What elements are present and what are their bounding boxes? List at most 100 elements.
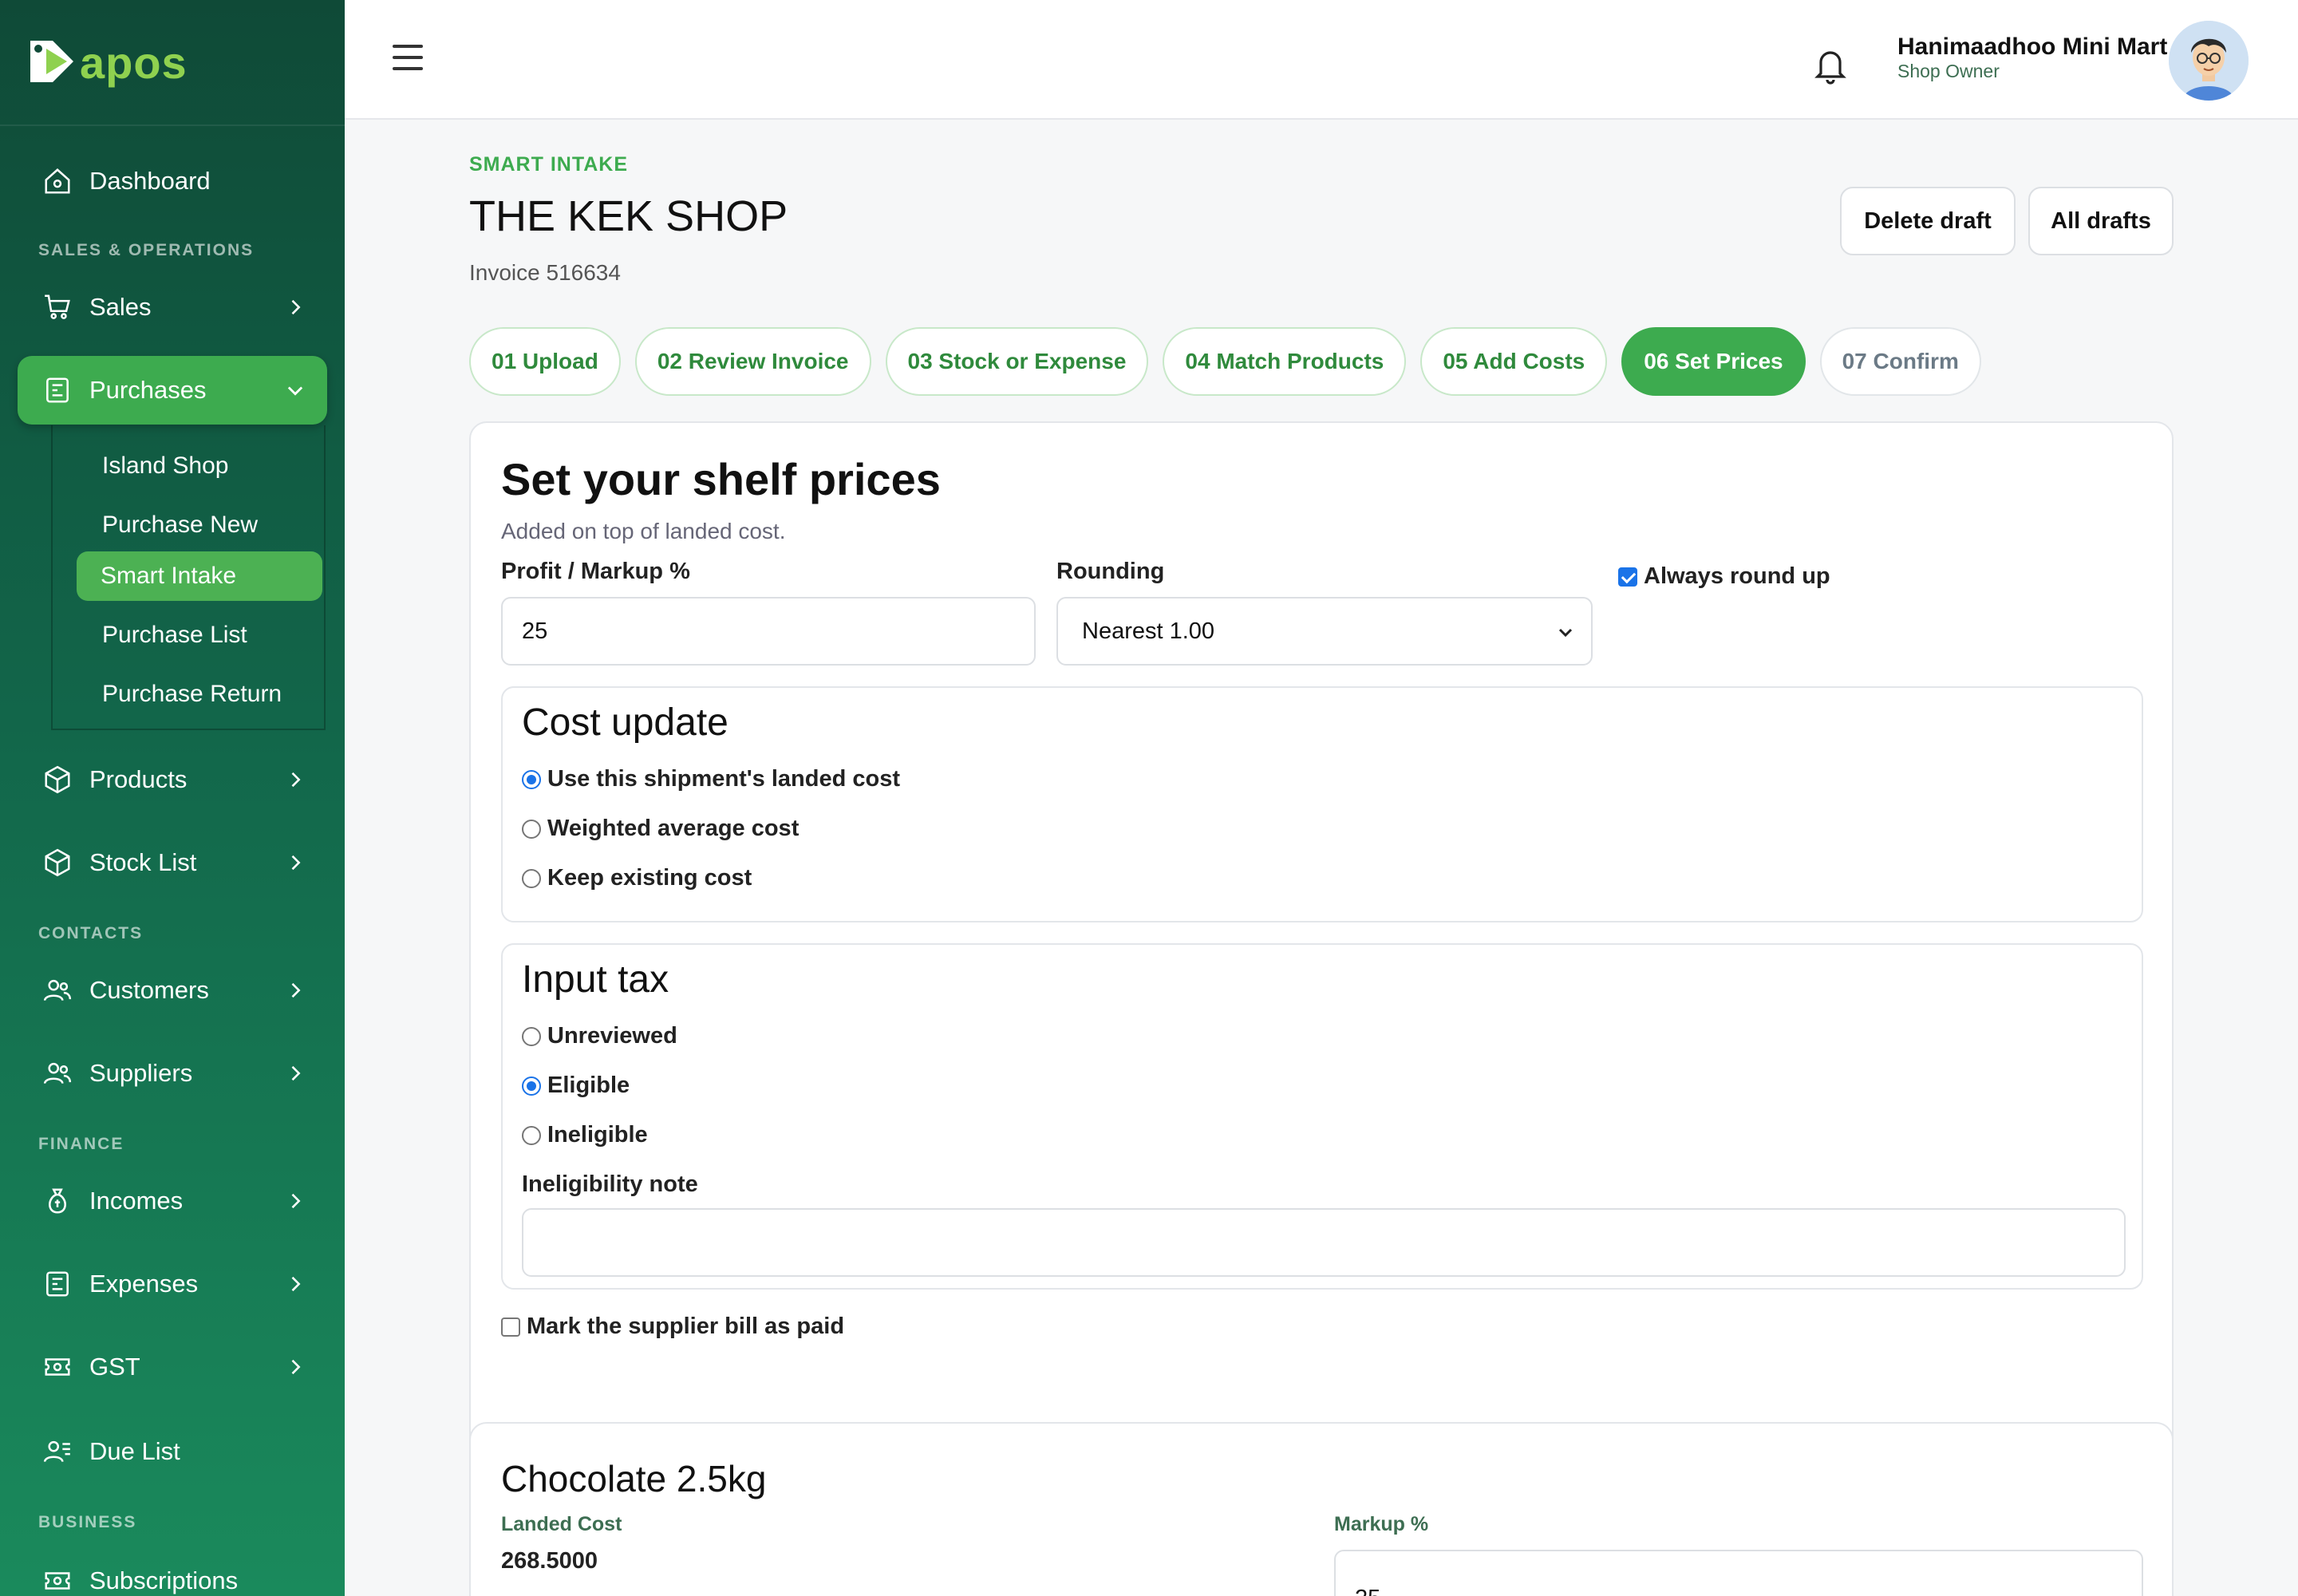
- tax-option-eligible[interactable]: Eligible: [522, 1073, 630, 1099]
- step-stock-or-expense[interactable]: 03 Stock or Expense: [885, 327, 1149, 396]
- round-up-checkbox[interactable]: [1618, 567, 1637, 587]
- sidebar-item-label: Due List: [89, 1437, 180, 1465]
- cost-option-landed[interactable]: Use this shipment's landed cost: [522, 766, 900, 792]
- section-label-sales: SALES & OPERATIONS: [38, 241, 255, 259]
- menu-icon[interactable]: [393, 45, 423, 70]
- all-drafts-button[interactable]: All drafts: [2028, 187, 2174, 255]
- chevron-down-icon: [1558, 628, 1573, 638]
- step-review-invoice[interactable]: 02 Review Invoice: [634, 327, 871, 396]
- sidebar-item-subscriptions[interactable]: Subscriptions: [18, 1547, 327, 1596]
- sidebar-item-products[interactable]: Products: [18, 745, 327, 814]
- sidebar-item-customers[interactable]: Customers: [18, 956, 327, 1025]
- submenu-purchase-return[interactable]: Purchase Return: [78, 670, 324, 719]
- sidebar-item-gst[interactable]: GST: [18, 1333, 327, 1401]
- money-bag-icon: [41, 1185, 73, 1217]
- input-tax-title: Input tax: [522, 958, 669, 1001]
- markup-value: 25: [522, 618, 548, 644]
- box-icon: [41, 764, 73, 796]
- sidebar-item-dashboard[interactable]: Dashboard: [18, 147, 327, 215]
- sidebar-item-suppliers[interactable]: Suppliers: [18, 1039, 327, 1108]
- option-label: Unreviewed: [547, 1023, 677, 1049]
- sidebar-item-label: GST: [89, 1353, 140, 1381]
- user-list-icon: [41, 1436, 73, 1468]
- invoice-number: Invoice 516634: [469, 260, 621, 285]
- main-content: SMART INTAKE THE KEK SHOP Invoice 516634…: [345, 120, 2298, 1596]
- landed-cost-value: 268.5000: [501, 1548, 598, 1574]
- pricing-card: Set your shelf prices Added on top of la…: [469, 421, 2174, 1516]
- cost-option-weighted[interactable]: Weighted average cost: [522, 816, 799, 842]
- step-upload[interactable]: 01 Upload: [469, 327, 621, 396]
- ineligibility-note-label: Ineligibility note: [522, 1171, 698, 1197]
- radio-button[interactable]: [522, 1076, 541, 1096]
- product-name: Chocolate 2.5kg: [501, 1458, 767, 1499]
- home-icon: [41, 165, 73, 197]
- logo-text: apos: [80, 37, 188, 88]
- tax-option-unreviewed[interactable]: Unreviewed: [522, 1023, 677, 1049]
- radio-button[interactable]: [522, 819, 541, 839]
- chevron-right-icon: [291, 772, 301, 788]
- ineligibility-note-input[interactable]: [522, 1208, 2126, 1277]
- sidebar-item-label: Sales: [89, 293, 152, 321]
- sidebar-item-purchases[interactable]: Purchases: [18, 356, 327, 425]
- delete-draft-button[interactable]: Delete draft: [1840, 187, 2016, 255]
- sidebar-item-incomes[interactable]: Incomes: [18, 1167, 327, 1235]
- submenu-smart-intake[interactable]: Smart Intake: [77, 551, 322, 601]
- submenu-purchase-list[interactable]: Purchase List: [78, 610, 324, 660]
- chevron-right-icon: [291, 855, 301, 871]
- paid-option[interactable]: Mark the supplier bill as paid: [501, 1314, 844, 1340]
- logo[interactable]: apos: [0, 0, 345, 126]
- landed-cost-label: Landed Cost: [501, 1513, 622, 1535]
- sidebar-item-label: Stock List: [89, 848, 197, 876]
- markup-input[interactable]: 25: [501, 597, 1036, 666]
- markup-label: Profit / Markup %: [501, 559, 690, 584]
- option-label: Weighted average cost: [547, 816, 800, 841]
- product-card: Chocolate 2.5kg Landed Cost 268.5000 Mar…: [469, 1422, 2174, 1596]
- pricing-heading: Set your shelf prices: [501, 454, 941, 504]
- sidebar-item-label: Dashboard: [89, 167, 211, 195]
- sidebar-item-label: Purchases: [89, 376, 207, 404]
- round-up-option[interactable]: Always round up: [1618, 563, 1830, 590]
- sidebar-item-label: Products: [89, 765, 188, 793]
- users-icon: [41, 974, 73, 1006]
- radio-button[interactable]: [522, 1026, 541, 1046]
- radio-button[interactable]: [522, 868, 541, 888]
- sidebar-item-sales[interactable]: Sales: [18, 273, 327, 342]
- avatar[interactable]: [2169, 21, 2249, 101]
- sidebar-item-label: Expenses: [89, 1270, 199, 1298]
- ticket-icon: [41, 1565, 73, 1596]
- rounding-select[interactable]: Nearest 1.00: [1056, 597, 1593, 666]
- cost-option-keep[interactable]: Keep existing cost: [522, 865, 752, 891]
- user-name: Hanimaadhoo Mini Mart: [1897, 34, 2168, 60]
- paid-label: Mark the supplier bill as paid: [527, 1314, 845, 1339]
- radio-button[interactable]: [522, 769, 541, 789]
- pricing-hint: Added on top of landed cost.: [501, 519, 786, 543]
- option-label: Keep existing cost: [547, 865, 752, 891]
- bell-icon[interactable]: [1811, 45, 1850, 86]
- page-eyebrow: SMART INTAKE: [469, 153, 629, 176]
- paid-checkbox[interactable]: [501, 1317, 520, 1337]
- step-add-costs[interactable]: 05 Add Costs: [1420, 327, 1608, 396]
- product-markup-label: Markup %: [1334, 1513, 1429, 1535]
- ticket-icon: [41, 1351, 73, 1383]
- product-markup-value: 25: [1355, 1586, 1380, 1596]
- users-icon: [41, 1057, 73, 1089]
- sidebar-item-label: Subscriptions: [89, 1566, 239, 1594]
- purchases-submenu: Island Shop Purchase New Smart Intake Pu…: [51, 425, 326, 730]
- receipt-icon: [41, 1268, 73, 1300]
- tax-option-ineligible[interactable]: Ineligible: [522, 1122, 648, 1148]
- cart-icon: [41, 291, 73, 323]
- sidebar-item-stock-list[interactable]: Stock List: [18, 828, 327, 897]
- step-set-prices[interactable]: 06 Set Prices: [1621, 327, 1806, 396]
- step-confirm[interactable]: 07 Confirm: [1819, 327, 1981, 396]
- input-tax-group: Input tax Unreviewed Eligible Ineligible…: [501, 943, 2143, 1290]
- page-title: THE KEK SHOP: [469, 192, 788, 240]
- step-match-products[interactable]: 04 Match Products: [1163, 327, 1407, 396]
- sidebar-item-label: Suppliers: [89, 1059, 193, 1087]
- product-markup-input[interactable]: 25: [1334, 1550, 2143, 1596]
- box-icon: [41, 847, 73, 879]
- sidebar-item-expenses[interactable]: Expenses: [18, 1250, 327, 1318]
- sidebar-item-due-list[interactable]: Due List: [18, 1417, 327, 1486]
- submenu-purchase-new[interactable]: Purchase New: [78, 500, 324, 550]
- submenu-island-shop[interactable]: Island Shop: [78, 441, 324, 491]
- radio-button[interactable]: [522, 1125, 541, 1145]
